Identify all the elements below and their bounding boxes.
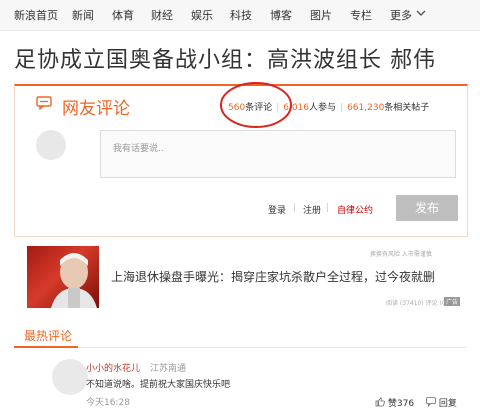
commenter-name[interactable]: 小小的水花儿 [86, 361, 140, 374]
convention-link[interactable]: 自律公约 [337, 203, 373, 216]
related-post-unit[interactable]: 条相关帖子 [384, 103, 429, 113]
section-divider [14, 347, 466, 348]
reply-bubble-icon [426, 397, 436, 408]
link-divider: | [326, 203, 330, 213]
ad-thumbnail[interactable] [27, 246, 99, 308]
hottest-comments-title: 最热评论 [24, 329, 73, 343]
register-link[interactable]: 注册 [303, 203, 321, 216]
nav-item-news[interactable]: 新闻 [72, 7, 94, 23]
related-post-count[interactable]: 661,230 [347, 103, 384, 113]
top-nav-bar: 新浪首页 新闻 体育 财经 娱乐 科技 博客 图片 专栏 更多 [0, 0, 480, 31]
thumbs-up-icon [375, 397, 385, 407]
comments-title: 网友评论 [62, 99, 130, 119]
reply-label: 回复 [438, 399, 457, 409]
publish-button[interactable]: 发布 [396, 195, 458, 221]
participant-unit: 人参与 [309, 103, 337, 113]
ad-stats: 阅读 (37410) 评论 (0) [386, 300, 448, 307]
nav-item-photos[interactable]: 图片 [310, 7, 332, 23]
user-avatar-placeholder [36, 130, 66, 160]
ad-badge: 广告 [444, 297, 461, 306]
comment-time: 今天16:28 [86, 398, 130, 408]
nav-item-entertainment[interactable]: 娱乐 [191, 7, 213, 23]
commenter-avatar[interactable] [52, 359, 88, 395]
comment-bubble-icon [36, 96, 52, 110]
commenter-location: 江苏南通 [150, 364, 187, 374]
comment-input[interactable]: 我有话要说.. [100, 130, 456, 178]
like-button[interactable]: 赞376 [375, 396, 414, 409]
nav-item-sports[interactable]: 体育 [112, 7, 134, 23]
reply-button[interactable]: 回复 [426, 396, 457, 409]
nav-item-more[interactable]: 更多 [390, 7, 412, 23]
section-underline [14, 346, 78, 348]
red-annotation-circle [220, 82, 292, 128]
login-link[interactable]: 登录 [268, 203, 286, 216]
comment-text: 不知道说啥。提前祝大家国庆快乐吧 [86, 380, 231, 390]
nav-item-tech[interactable]: 科技 [230, 7, 252, 23]
nav-item-columns[interactable]: 专栏 [350, 7, 372, 23]
nav-item-finance[interactable]: 财经 [151, 7, 173, 23]
like-count: 赞376 [387, 399, 415, 409]
chevron-down-icon[interactable] [415, 7, 427, 19]
nav-item-home[interactable]: 新浪首页 [14, 7, 58, 23]
ad-person-image [51, 253, 97, 308]
article-headline: 足协成立国奥备战小组：高洪波组长 郝伟 [14, 48, 436, 73]
link-divider: | [293, 203, 297, 213]
ad-disclaimer: 换换有风险 入市需谨慎 [370, 251, 432, 258]
nav-item-blog[interactable]: 博客 [270, 7, 292, 23]
stats-divider: | [340, 103, 344, 113]
ad-headline[interactable]: 上海退休操盘手曝光：揭穿庄家坑杀散户全过程，过今夜就删 [111, 268, 435, 285]
